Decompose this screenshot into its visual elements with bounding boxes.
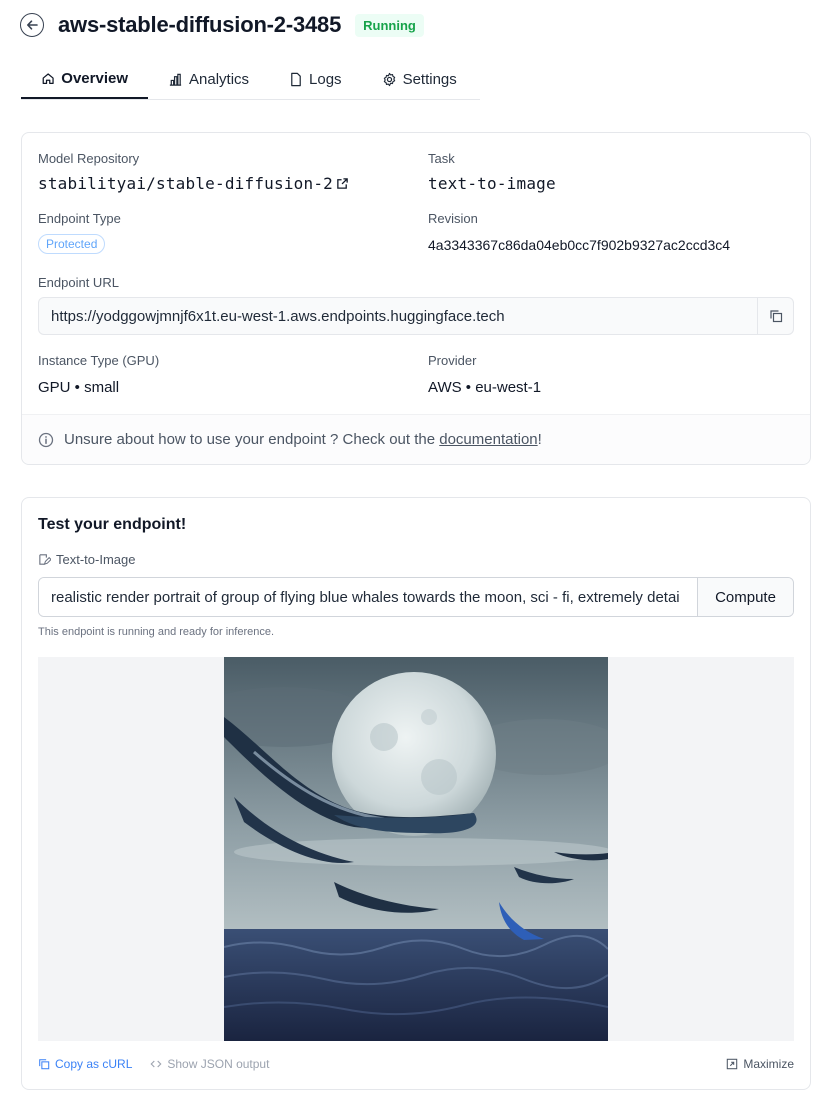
- widget-bottom-bar: Copy as cURL Show JSON output Maximize: [38, 1057, 794, 1071]
- copy-icon: [769, 310, 782, 323]
- tab-settings-label: Settings: [402, 71, 457, 88]
- endpoint-url-label: Endpoint URL: [38, 275, 119, 290]
- endpoint-url-field: https://yodggowjmnjf6x1t.eu-west-1.aws.e…: [38, 297, 794, 335]
- tab-logs-label: Logs: [309, 71, 342, 88]
- compute-button[interactable]: Compute: [697, 578, 793, 616]
- page-title: aws-stable-diffusion-2-3485: [58, 12, 342, 37]
- task-label: Task: [428, 151, 455, 166]
- widget-task-label-text: Text-to-Image: [56, 552, 136, 567]
- copy-curl-label: Copy as cURL: [55, 1057, 133, 1071]
- endpoint-type-badge: Protected: [38, 234, 106, 254]
- tab-analytics-label: Analytics: [189, 71, 250, 88]
- prompt-input[interactable]: [39, 578, 697, 616]
- documentation-link[interactable]: documentation: [439, 431, 537, 448]
- tab-overview-label: Overview: [61, 70, 128, 87]
- show-json-button[interactable]: Show JSON output: [150, 1057, 269, 1071]
- test-endpoint-card: Test your endpoint! Text-to-Image Comput…: [21, 497, 811, 1090]
- edit-image-icon: [39, 554, 51, 565]
- maximize-label: Maximize: [743, 1057, 794, 1071]
- revision-value: 4a3343367c86da04eb0cc7f902b9327ac2ccd3c4: [428, 237, 731, 253]
- endpoint-status-note: This endpoint is running and ready for i…: [38, 626, 275, 638]
- test-endpoint-title: Test your endpoint!: [38, 516, 187, 533]
- maximize-icon: [727, 1058, 738, 1070]
- endpoint-type-label: Endpoint Type: [38, 211, 121, 226]
- task-value: text-to-image: [428, 174, 556, 193]
- home-icon: [42, 73, 54, 85]
- help-text: Unsure about how to use your endpoint ? …: [64, 431, 440, 448]
- copy-curl-button[interactable]: Copy as cURL: [38, 1057, 132, 1071]
- generated-image: [224, 657, 608, 1041]
- tab-bar: Overview Analytics Logs Settings: [21, 60, 480, 100]
- back-button[interactable]: [20, 13, 44, 37]
- show-json-label: Show JSON output: [167, 1057, 270, 1071]
- tab-analytics[interactable]: Analytics: [148, 60, 269, 99]
- instance-type-label: Instance Type (GPU): [38, 353, 160, 368]
- copy-icon: [39, 1059, 50, 1070]
- model-repository-link[interactable]: stabilityai/stable-diffusion-2: [38, 174, 349, 193]
- endpoint-url-value[interactable]: https://yodggowjmnjf6x1t.eu-west-1.aws.e…: [39, 308, 757, 325]
- provider-label: Provider: [428, 353, 477, 368]
- overview-card: Model Repository stabilityai/stable-diff…: [21, 132, 811, 465]
- arrow-left-icon: [27, 20, 38, 30]
- tab-settings[interactable]: Settings: [362, 60, 477, 99]
- prompt-row: Compute: [38, 577, 794, 617]
- status-badge: Running: [355, 13, 424, 37]
- help-suffix: !: [537, 431, 542, 448]
- generated-image-art: [224, 657, 608, 1041]
- provider-value: AWS • eu-west-1: [428, 379, 542, 396]
- code-icon: [150, 1060, 162, 1068]
- gear-icon: [383, 72, 395, 87]
- tab-overview[interactable]: Overview: [21, 60, 148, 99]
- instance-type-value: GPU • small: [38, 379, 120, 396]
- maximize-button[interactable]: Maximize: [726, 1057, 794, 1071]
- bar-chart-icon: [169, 73, 182, 86]
- tab-logs[interactable]: Logs: [269, 60, 362, 99]
- file-icon: [291, 72, 301, 87]
- external-link-icon: [337, 178, 348, 189]
- widget-task-label: Text-to-Image: [38, 552, 135, 567]
- info-icon: [38, 432, 54, 447]
- revision-label: Revision: [428, 211, 478, 226]
- help-footer: Unsure about how to use your endpoint ? …: [22, 414, 810, 464]
- copy-url-button[interactable]: [757, 298, 793, 334]
- page-header: aws-stable-diffusion-2-3485 Running: [20, 12, 424, 38]
- output-image-area: [38, 657, 794, 1041]
- model-repository-value: stabilityai/stable-diffusion-2: [38, 174, 333, 193]
- model-repository-label: Model Repository: [38, 151, 140, 166]
